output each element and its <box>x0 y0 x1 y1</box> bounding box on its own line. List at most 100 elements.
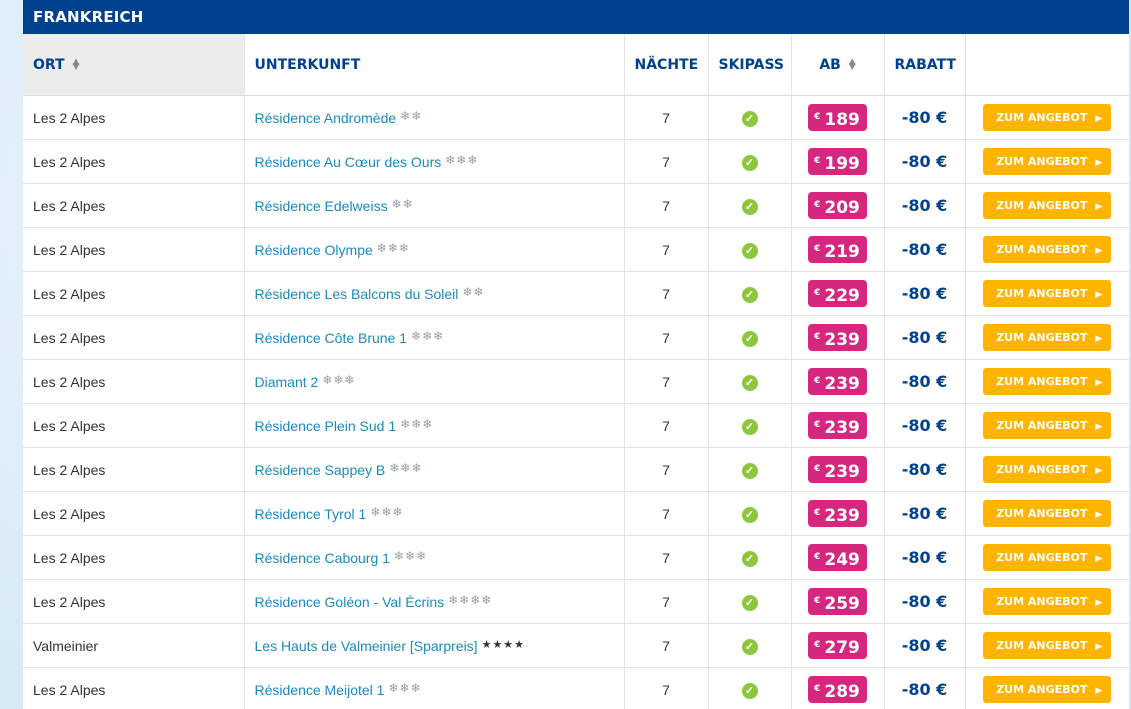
accommodation-link[interactable]: Résidence Côte Brune 1 <box>255 330 408 346</box>
cell-ort: Les 2 Alpes <box>23 227 245 272</box>
cell-rabatt: -80 € <box>884 95 966 140</box>
price-value: 219 <box>824 242 860 262</box>
column-header-ort[interactable]: ORT ▲ ▼ <box>23 34 245 96</box>
offer-button[interactable]: ZUM ANGEBOT ▶ <box>983 588 1112 615</box>
cell-naechte: 7 <box>624 183 709 228</box>
location-text: Les 2 Alpes <box>33 285 106 302</box>
accommodation-link[interactable]: Résidence Meijotel 1 <box>255 682 385 698</box>
offer-button[interactable]: ZUM ANGEBOT ▶ <box>983 236 1112 263</box>
cell-naechte: 7 <box>624 271 709 316</box>
cell-ab: €239 <box>791 359 885 404</box>
offer-button[interactable]: ZUM ANGEBOT ▶ <box>983 280 1112 307</box>
cell-skipass: ✓ <box>708 579 792 624</box>
chevron-right-icon: ▶ <box>1095 246 1103 256</box>
snowflake-rating-icon: ❄❄❄ <box>370 505 404 519</box>
cell-action: ZUM ANGEBOT ▶ <box>965 623 1129 668</box>
table-row: Les 2 Alpes Résidence Au Cœur des Ours ❄❄❄… <box>23 139 1129 184</box>
accommodation-link[interactable]: Diamant 2 <box>255 374 319 390</box>
accommodation-link[interactable]: Résidence Tyrol 1 <box>255 506 367 522</box>
snowflake-rating-icon: ❄❄❄ <box>400 417 434 431</box>
offer-button[interactable]: ZUM ANGEBOT ▶ <box>983 412 1112 439</box>
cell-rabatt: -80 € <box>884 535 966 580</box>
check-icon: ✓ <box>741 550 758 567</box>
table-row: Les 2 Alpes Résidence Les Balcons du Sole… <box>23 271 1129 316</box>
column-header-ab[interactable]: AB ▲ ▼ <box>791 34 885 96</box>
price-badge: €199 <box>808 148 867 175</box>
chevron-right-icon: ▶ <box>1095 686 1103 696</box>
nights-value: 7 <box>662 681 670 698</box>
cell-action: ZUM ANGEBOT ▶ <box>965 535 1129 580</box>
cell-naechte: 7 <box>624 227 709 272</box>
accommodation-link[interactable]: Résidence Sappey B <box>255 462 386 478</box>
table-row: Les 2 Alpes Résidence Edelweiss ❄❄ 7 ✓ €209 -8… <box>23 183 1129 228</box>
accommodation-link[interactable]: Résidence Edelweiss <box>255 198 388 214</box>
discount-value: -80 € <box>901 240 948 259</box>
discount-value: -80 € <box>901 372 948 391</box>
cell-ab: €189 <box>791 95 885 140</box>
cell-unterkunft: Les Hauts de Valmeinier [Sparpreis] ★★★★ <box>244 623 625 668</box>
offer-button[interactable]: ZUM ANGEBOT ▶ <box>983 676 1112 703</box>
price-badge: €239 <box>808 368 867 395</box>
price-badge: €239 <box>808 500 867 527</box>
chevron-right-icon: ▶ <box>1095 114 1103 124</box>
accommodation-link[interactable]: Résidence Olympe <box>255 242 373 258</box>
cell-naechte: 7 <box>624 579 709 624</box>
cell-skipass: ✓ <box>708 227 792 272</box>
snowflake-rating-icon: ❄❄❄ <box>389 461 423 475</box>
table-row: Les 2 Alpes Résidence Tyrol 1 ❄❄❄ 7 ✓ €239 -80… <box>23 491 1129 536</box>
cell-naechte: 7 <box>624 491 709 536</box>
price-value: 239 <box>824 462 860 482</box>
currency-symbol: € <box>814 112 821 122</box>
location-text: Les 2 Alpes <box>33 241 106 258</box>
column-header-action <box>965 34 1129 96</box>
offer-button[interactable]: ZUM ANGEBOT ▶ <box>983 104 1112 131</box>
nights-value: 7 <box>662 373 670 390</box>
chevron-right-icon: ▶ <box>1095 290 1103 300</box>
cell-naechte: 7 <box>624 359 709 404</box>
offer-button[interactable]: ZUM ANGEBOT ▶ <box>983 192 1112 219</box>
currency-symbol: € <box>814 508 821 518</box>
location-text: Les 2 Alpes <box>33 593 106 610</box>
table-row: Les 2 Alpes Résidence Plein Sud 1 ❄❄❄ 7 ✓ €23… <box>23 403 1129 448</box>
check-icon: ✓ <box>741 638 758 655</box>
cell-ort: Les 2 Alpes <box>23 579 245 624</box>
price-badge: €239 <box>808 456 867 483</box>
price-value: 209 <box>824 198 860 218</box>
discount-value: -80 € <box>901 284 948 303</box>
cell-rabatt: -80 € <box>884 579 966 624</box>
cell-ab: €239 <box>791 447 885 492</box>
offer-button[interactable]: ZUM ANGEBOT ▶ <box>983 368 1112 395</box>
accommodation-link[interactable]: Les Hauts de Valmeinier [Sparpreis] <box>255 638 478 654</box>
accommodation-link[interactable]: Résidence Cabourg 1 <box>255 550 390 566</box>
location-text: Les 2 Alpes <box>33 461 106 478</box>
offer-button-label: ZUM ANGEBOT <box>996 287 1088 300</box>
sort-icon: ▲ ▼ <box>848 56 856 72</box>
cell-skipass: ✓ <box>708 315 792 360</box>
offer-button[interactable]: ZUM ANGEBOT ▶ <box>983 632 1112 659</box>
discount-value: -80 € <box>901 636 948 655</box>
offer-button[interactable]: ZUM ANGEBOT ▶ <box>983 456 1112 483</box>
price-value: 199 <box>824 154 860 174</box>
accommodation-link[interactable]: Résidence Au Cœur des Ours <box>255 154 442 170</box>
check-icon: ✓ <box>741 110 758 127</box>
table-row: Valmeinier Les Hauts de Valmeinier [Sparp… <box>23 623 1129 668</box>
location-text: Les 2 Alpes <box>33 373 106 390</box>
cell-ort: Valmeinier <box>23 623 245 668</box>
cell-action: ZUM ANGEBOT ▶ <box>965 491 1129 536</box>
accommodation-link[interactable]: Résidence Andromède <box>255 110 397 126</box>
table-row: Les 2 Alpes Résidence Andromède ❄❄ 7 ✓ €189 -8… <box>23 95 1129 140</box>
accommodation-link[interactable]: Résidence Goléon - Val Écrins <box>255 594 445 610</box>
offer-button[interactable]: ZUM ANGEBOT ▶ <box>983 500 1112 527</box>
check-icon: ✓ <box>741 682 758 699</box>
accommodation-link[interactable]: Résidence Les Balcons du Soleil <box>255 286 459 302</box>
column-header-unterkunft-label: UNTERKUNFT <box>254 56 361 73</box>
cell-rabatt: -80 € <box>884 183 966 228</box>
price-badge: €289 <box>808 676 867 703</box>
check-icon: ✓ <box>741 594 758 611</box>
offer-button[interactable]: ZUM ANGEBOT ▶ <box>983 148 1112 175</box>
chevron-right-icon: ▶ <box>1095 598 1103 608</box>
cell-unterkunft: Résidence Au Cœur des Ours ❄❄❄ <box>244 139 625 184</box>
accommodation-link[interactable]: Résidence Plein Sud 1 <box>255 418 397 434</box>
offer-button[interactable]: ZUM ANGEBOT ▶ <box>983 544 1112 571</box>
offer-button[interactable]: ZUM ANGEBOT ▶ <box>983 324 1112 351</box>
